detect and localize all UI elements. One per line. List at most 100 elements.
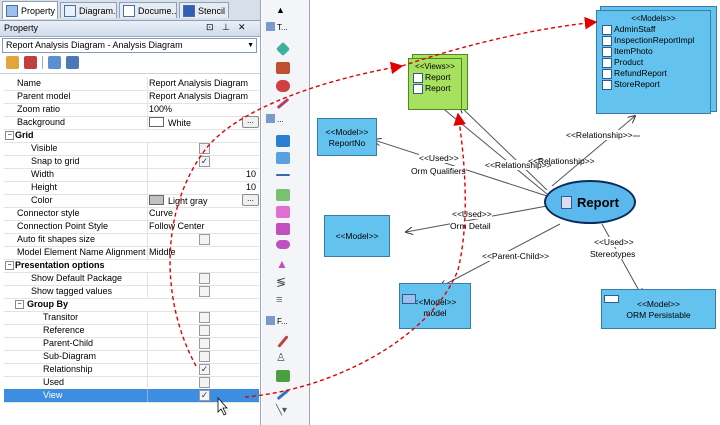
label-used-stereotypes: <<Used>> [594,237,634,247]
scroll-up-icon[interactable]: ▲ [276,5,290,17]
property-row-background[interactable]: Background White ... [4,116,259,130]
element-selector[interactable]: Report Analysis Diagram - Analysis Diagr… [2,38,257,53]
views-item[interactable]: Report [413,72,457,83]
collapse-icon[interactable]: − [15,300,24,309]
property-row-height[interactable]: Height 10 [4,181,259,195]
report-node[interactable]: Report [544,180,636,224]
sort-alphabetical-icon[interactable] [24,56,37,69]
model-left[interactable]: <<Model>> [324,215,390,257]
eraser-icon[interactable] [275,41,291,57]
property-row-snap-to-grid[interactable]: Snap to grid ✓ [4,155,259,169]
model-orm-persistable[interactable]: <<Model>> ORM Persistable [601,289,716,329]
section-presentation-options[interactable]: − Presentation options [4,259,259,273]
models-item[interactable]: AdminStaff [602,24,705,35]
snap-to-grid-checkbox[interactable]: ✓ [199,156,210,167]
line-icon[interactable] [276,174,290,176]
text-tool-icon [266,22,275,31]
models-package[interactable]: <<Models>> AdminStaff InspectionReportIm… [596,10,711,114]
property-row-parent-child[interactable]: Parent-Child [4,337,259,351]
models-item[interactable]: RefundReport [602,68,705,79]
expand-all-icon[interactable] [48,56,61,69]
line-tool-icon[interactable]: ╲▾ [276,405,290,417]
property-row-color[interactable]: Color Light gray ... [4,194,259,208]
pencil-icon[interactable] [277,335,289,348]
property-row-parent-model[interactable]: Parent model Report Analysis Diagram [4,90,259,104]
auto-fit-checkbox[interactable] [199,234,210,245]
property-row-show-default-package[interactable]: Show Default Package [4,272,259,286]
models-item[interactable]: ItemPhoto [602,46,705,57]
property-row-zoom-ratio[interactable]: Zoom ratio 100% [4,103,259,117]
parent-child-checkbox[interactable] [199,338,210,349]
diagram-canvas[interactable]: <<Views>> Report Report <<Models>> Admin… [310,0,720,425]
views-package[interactable]: <<Views>> Report Report [408,58,462,110]
models-item[interactable]: InspectionReportImpl [602,35,705,46]
categorized-icon[interactable] [6,56,19,69]
section-grid[interactable]: − Grid [4,129,259,143]
reference-checkbox[interactable] [199,325,210,336]
property-row-transitor[interactable]: Transitor [4,311,259,325]
brush-icon[interactable] [276,370,290,382]
views-item[interactable]: Report [413,83,457,94]
triangle-icon[interactable]: ▲ [276,258,290,270]
property-row-view[interactable]: View ✓ [4,389,259,403]
tab-diagram[interactable]: Diagram... [60,2,117,18]
property-row-name[interactable]: Name Report Analysis Diagram [4,77,259,91]
diagram-overview-icon[interactable] [276,152,290,164]
freehand-icon[interactable]: ≶ [276,276,290,288]
models-item[interactable]: StoreReport [602,79,705,90]
property-row-sub-diagram[interactable]: Sub-Diagram [4,350,259,364]
property-row-connection-point-style[interactable]: Connection Point Style Follow Center [4,220,259,234]
show-default-package-checkbox[interactable] [199,273,210,284]
palette-group-shapes[interactable]: ... [266,114,284,124]
property-row-visible[interactable]: Visible [4,142,259,156]
image-icon[interactable] [276,189,290,201]
model-bottom[interactable]: <<Model>> model [399,283,471,329]
palette-group-freehand[interactable]: F... [266,316,288,326]
edit-color-button[interactable]: ... [242,194,259,206]
property-row-name-alignment[interactable]: Model Element Name Alignment Middle [4,246,259,260]
pen-icon[interactable] [276,97,290,110]
text-lines-icon[interactable]: ≡ [276,294,290,306]
property-row-relationship[interactable]: Relationship ✓ [4,363,259,377]
property-row-connector-style[interactable]: Connector style Curve [4,207,259,221]
section-group-by[interactable]: − Group By [4,298,259,312]
sub-diagram-checkbox[interactable] [199,351,210,362]
relationship-checkbox[interactable]: ✓ [199,364,210,375]
format-copier-icon[interactable] [276,62,290,74]
property-row-reference[interactable]: Reference [4,324,259,338]
edit-background-button[interactable]: ... [242,116,259,128]
visible-checkbox[interactable] [199,143,210,154]
close-icon[interactable]: ✕ [238,22,246,33]
view-checkbox[interactable]: ✓ [199,390,210,401]
collapse-icon[interactable]: − [5,131,14,140]
show-tagged-values-checkbox[interactable] [199,286,210,297]
collapse-icon[interactable]: − [5,261,14,270]
collapse-all-icon[interactable] [66,56,79,69]
oval-icon[interactable] [276,240,290,249]
pin-icon[interactable]: ⊥ [222,22,230,33]
property-row-width[interactable]: Width 10 [4,168,259,182]
folder-icon[interactable] [276,135,290,147]
highlighter-icon[interactable]: ♙ [276,352,290,364]
transitor-checkbox[interactable] [199,312,210,323]
used-checkbox[interactable] [199,377,210,388]
connector-views-2[interactable] [439,105,548,195]
property-row-used[interactable]: Used [4,376,259,390]
tab-stencil[interactable]: Stencil [179,2,229,18]
palette-group-text[interactable]: T... [266,22,288,32]
magnet-icon[interactable] [276,80,290,92]
model-reportno[interactable]: <<Model>> ReportNo [317,118,377,156]
marker-icon[interactable] [276,388,290,401]
callout-icon[interactable] [276,206,290,218]
connector-relationship-models[interactable] [551,116,635,187]
document-icon [123,4,135,17]
models-item[interactable]: Product [602,57,705,68]
connector-used-stereotypes[interactable] [601,223,642,296]
tab-documentation[interactable]: Docume... [119,2,177,18]
property-row-show-tagged-values[interactable]: Show tagged values [4,285,259,299]
property-row-auto-fit[interactable]: Auto fit shapes size [4,233,259,247]
tab-property[interactable]: Property [2,1,58,19]
rectangle-icon[interactable] [276,223,290,235]
connector-views[interactable] [460,106,548,191]
float-icon[interactable]: ⊡ [206,22,214,33]
